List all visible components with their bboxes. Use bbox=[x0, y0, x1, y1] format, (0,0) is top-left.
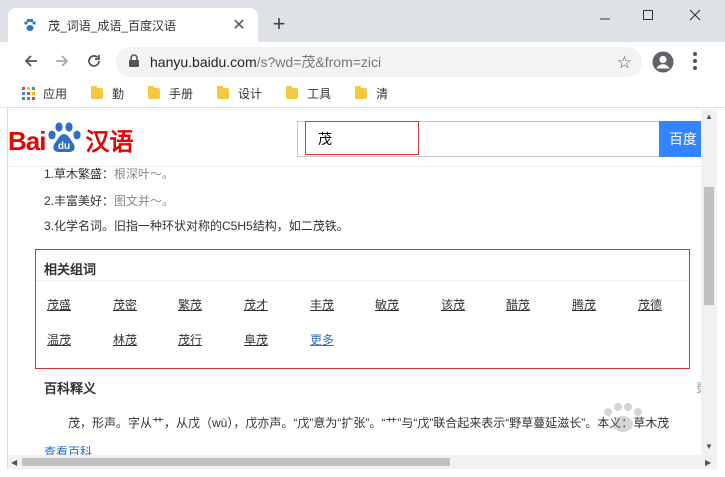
search-button[interactable]: 百度 bbox=[659, 121, 701, 157]
profile-avatar-icon[interactable] bbox=[652, 51, 674, 73]
related-word-link[interactable]: 林茂 bbox=[113, 331, 137, 348]
divider bbox=[36, 280, 689, 281]
scroll-left-icon[interactable]: ◀ bbox=[11, 458, 17, 467]
scroll-up-icon[interactable]: ▲ bbox=[705, 113, 713, 121]
scroll-right-icon[interactable]: ▶ bbox=[705, 458, 711, 467]
definition-text: 3.化学名词。旧指一种环状对称的C5H5结构，如二茂铁。 bbox=[44, 219, 349, 233]
tab-strip: 茂_词语_成语_百度汉语 ✕ + bbox=[0, 0, 725, 42]
bookmark-apps[interactable]: 应用 bbox=[22, 85, 67, 102]
bookmark-label: 工具 bbox=[307, 87, 332, 101]
window-frame bbox=[717, 108, 725, 477]
related-word-link[interactable]: 茂盛 bbox=[47, 296, 71, 313]
related-word-link[interactable]: 茂才 bbox=[244, 296, 268, 313]
logo-hanyu: 汉语 bbox=[85, 129, 134, 156]
url-text: hanyu.baidu.com/s?wd=茂&from=zici bbox=[150, 52, 381, 72]
site-header: Bai du 汉语 百度 bbox=[8, 109, 701, 167]
related-word-link[interactable]: 腾茂 bbox=[572, 296, 596, 313]
related-word-link[interactable]: 丰茂 bbox=[310, 296, 334, 313]
scrollbar-thumb[interactable] bbox=[22, 458, 450, 466]
definition-text: 1.草木繁盛： bbox=[44, 167, 115, 181]
reload-icon[interactable] bbox=[83, 50, 105, 72]
baidu-paw-icon bbox=[22, 17, 38, 33]
related-word-link[interactable]: 茂行 bbox=[178, 331, 202, 348]
related-word-link[interactable]: 温茂 bbox=[47, 331, 71, 348]
minimize-icon[interactable] bbox=[590, 4, 620, 26]
scroll-down-icon[interactable]: ▼ bbox=[705, 443, 713, 451]
baike-title: 百科释义 bbox=[44, 381, 97, 396]
view-baike-link[interactable]: 查看百科 bbox=[44, 443, 92, 455]
horizontal-scrollbar[interactable]: ◀ ▶ bbox=[8, 455, 717, 469]
window-frame bbox=[0, 108, 8, 477]
definition-item: 1.草木繁盛：根深叶～。 bbox=[44, 165, 174, 182]
definition-example: 图文并～。 bbox=[114, 194, 175, 208]
forward-icon[interactable] bbox=[51, 50, 73, 72]
browser-menu-icon[interactable] bbox=[686, 50, 704, 72]
folder-icon bbox=[217, 86, 230, 99]
related-word-link[interactable]: 该茂 bbox=[441, 296, 465, 313]
maximize-icon[interactable] bbox=[633, 4, 663, 26]
logo-du: du bbox=[58, 141, 70, 152]
related-word-link[interactable]: 茂德 bbox=[638, 296, 662, 313]
related-words-title: 相关组词 bbox=[44, 262, 97, 277]
baike-text: 茂，形声。字从艹，从戊（wù），戊亦声。“戊”意为“扩张”。“艹”与“戊”联合起… bbox=[68, 416, 670, 430]
folder-icon bbox=[286, 86, 299, 99]
back-icon[interactable] bbox=[20, 50, 42, 72]
address-bar[interactable]: hanyu.baidu.com/s?wd=茂&from=zici ☆ bbox=[116, 47, 642, 77]
folder-icon bbox=[148, 86, 161, 99]
definition-item: 3.化学名词。旧指一种环状对称的C5H5结构，如二茂铁。 bbox=[44, 217, 349, 234]
url-host: hanyu.baidu.com bbox=[150, 54, 257, 70]
related-word-link[interactable]: 醋茂 bbox=[506, 296, 530, 313]
apps-grid-icon bbox=[22, 87, 35, 100]
bookmark-folder[interactable]: 勤 bbox=[91, 85, 124, 102]
scrollbar-thumb[interactable] bbox=[704, 187, 714, 305]
folder-icon bbox=[355, 86, 368, 99]
page-viewport: Bai du 汉语 百度 1.草木繁盛：根深叶～。 2.丰富美好：图文并～。 3… bbox=[8, 109, 701, 455]
baidu-paw-logo-icon: du bbox=[46, 121, 84, 157]
bookmark-label: 应用 bbox=[43, 87, 68, 101]
folder-icon bbox=[91, 86, 104, 99]
bookmarks-bar: 应用 勤 手册 设计 工具 清 bbox=[0, 80, 725, 108]
close-tab-icon[interactable]: ✕ bbox=[230, 16, 248, 34]
related-word-link[interactable]: 茂密 bbox=[113, 296, 137, 313]
bookmark-label: 设计 bbox=[238, 87, 263, 101]
related-word-link[interactable]: 阜茂 bbox=[244, 331, 268, 348]
bookmark-folder[interactable]: 设计 bbox=[217, 85, 262, 102]
lock-icon[interactable] bbox=[128, 53, 140, 71]
browser-toolbar: hanyu.baidu.com/s?wd=茂&from=zici ☆ bbox=[0, 42, 725, 80]
baidu-hanyu-logo[interactable]: Bai du 汉语 bbox=[8, 117, 133, 157]
bookmark-star-icon[interactable]: ☆ bbox=[617, 53, 632, 73]
close-window-icon[interactable] bbox=[680, 4, 710, 26]
vertical-scrollbar[interactable]: ▲ ▼ bbox=[701, 109, 717, 455]
logo-bai: Bai bbox=[8, 126, 46, 156]
bookmark-label: 手册 bbox=[169, 87, 194, 101]
bookmark-folder[interactable]: 清 bbox=[355, 85, 388, 102]
bookmark-label: 清 bbox=[376, 87, 389, 101]
related-word-link[interactable]: 繁茂 bbox=[178, 296, 202, 313]
url-path: /s?wd=茂&from=zici bbox=[256, 54, 382, 70]
search-input[interactable] bbox=[298, 122, 659, 156]
more-words-link[interactable]: 更多 bbox=[310, 331, 334, 348]
definition-item: 2.丰富美好：图文并～。 bbox=[44, 192, 174, 209]
bookmark-folder[interactable]: 工具 bbox=[286, 85, 331, 102]
new-tab-icon[interactable]: + bbox=[268, 13, 290, 36]
definition-example: 根深叶～。 bbox=[114, 167, 175, 181]
bookmark-folder[interactable]: 手册 bbox=[148, 85, 193, 102]
related-words-panel: 相关组词 茂盛 茂密 繁茂 茂才 丰茂 敏茂 该茂 醋茂 腾茂 茂德 温茂 林茂… bbox=[35, 249, 690, 369]
related-word-link[interactable]: 敏茂 bbox=[375, 296, 399, 313]
search-box: 百度 bbox=[297, 121, 701, 157]
browser-tab[interactable]: 茂_词语_成语_百度汉语 ✕ bbox=[8, 8, 258, 42]
tab-title: 茂_词语_成语_百度汉语 bbox=[48, 18, 177, 33]
bookmark-label: 勤 bbox=[112, 87, 125, 101]
window-frame bbox=[0, 469, 725, 477]
definition-text: 2.丰富美好： bbox=[44, 194, 115, 208]
